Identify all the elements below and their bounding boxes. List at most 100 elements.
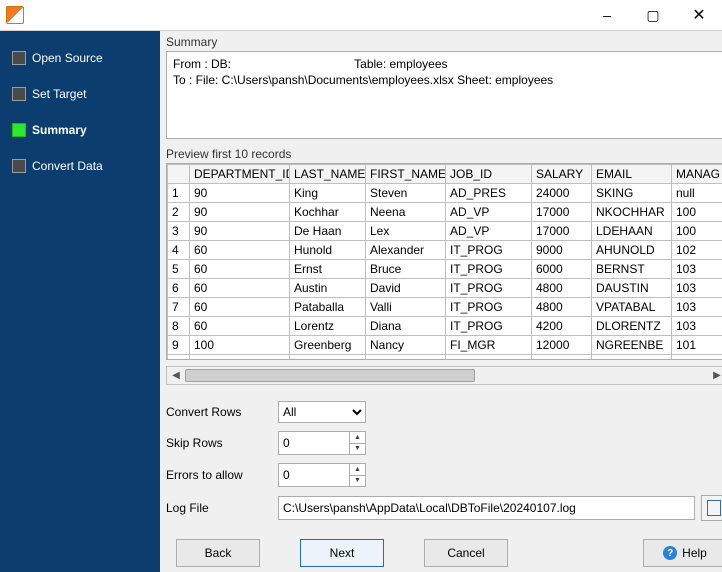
rownum-cell: 3 [168,222,190,241]
cell: 100 [190,336,290,355]
cell: NKOCHHAR [592,203,672,222]
sidebar-item-label: Open Source [32,51,103,65]
cell: 9000 [532,355,592,361]
row-log-file: Log File [166,495,722,521]
table-row[interactable]: 760PataballaValliIT_PROG4800VPATABAL103 [168,298,722,317]
cell: VPATABAL [592,298,672,317]
table-row[interactable]: 460HunoldAlexanderIT_PROG9000AHUNOLD102 [168,241,722,260]
cell: 60 [190,317,290,336]
back-button[interactable]: Back [176,539,260,567]
col-header[interactable]: FIRST_NAME [366,165,446,184]
errors-input[interactable] [279,464,349,486]
cell: 4200 [532,317,592,336]
close-button[interactable]: ✕ [676,0,722,30]
cell: Diana [366,317,446,336]
sidebar-item-open-source[interactable]: Open Source [0,45,160,71]
col-header[interactable]: JOB_ID [446,165,532,184]
skip-rows-spinner[interactable]: ▲ ▼ [278,431,366,455]
cell: 103 [672,260,722,279]
row-skip-rows: Skip Rows ▲ ▼ [166,431,722,455]
errors-label: Errors to allow [166,468,278,482]
sidebar-item-convert-data[interactable]: Convert Data [0,153,160,179]
cell: 102 [672,241,722,260]
table-row[interactable]: 660AustinDavidIT_PROG4800DAUSTIN103 [168,279,722,298]
log-file-input[interactable] [278,496,695,520]
table-row[interactable]: 290KochharNeenaAD_VP17000NKOCHHAR100 [168,203,722,222]
cell: Ernst [290,260,366,279]
scroll-left-icon[interactable]: ◀ [167,367,185,384]
cell: Bruce [366,260,446,279]
log-file-browse-button[interactable] [701,495,722,521]
log-file-label: Log File [166,501,278,515]
rownum-cell: 7 [168,298,190,317]
col-header[interactable]: MANAG [672,165,722,184]
rownum-cell: 5 [168,260,190,279]
table-row[interactable]: 860LorentzDianaIT_PROG4200DLORENTZ103 [168,317,722,336]
row-errors: Errors to allow ▲ ▼ [166,463,722,487]
summary-from: From : DB: Table: employees [173,57,448,71]
cell: DFAVIET [592,355,672,361]
cell: Faviet [290,355,366,361]
preview-table: DEPARTMENT_ID LAST_NAME FIRST_NAME JOB_I… [167,164,722,360]
table-row[interactable]: 10100FavietDanielFI_ACCOUNT9000DFAVIET10… [168,355,722,361]
rownum-cell: 6 [168,279,190,298]
next-button[interactable]: Next [300,539,384,567]
errors-spinner[interactable]: ▲ ▼ [278,463,366,487]
cell: 60 [190,260,290,279]
spin-down-icon[interactable]: ▼ [350,444,365,455]
scroll-track[interactable] [185,367,708,384]
cell: Steven [366,184,446,203]
document-icon [707,500,721,516]
cell: IT_PROG [446,298,532,317]
maximize-button[interactable]: ▢ [630,0,676,30]
cell: 108 [672,355,722,361]
skip-rows-input[interactable] [279,432,349,454]
cell: 24000 [532,184,592,203]
table-row[interactable]: 390De HaanLexAD_VP17000LDEHAAN100 [168,222,722,241]
cell: IT_PROG [446,317,532,336]
spin-up-icon[interactable]: ▲ [350,464,365,476]
cell: 100 [672,203,722,222]
skip-rows-label: Skip Rows [166,436,278,450]
summary-to: To : File: C:\Users\pansh\Documents\empl… [173,73,553,87]
cell: DAUSTIN [592,279,672,298]
cancel-button[interactable]: Cancel [424,539,508,567]
spin-down-icon[interactable]: ▼ [350,476,365,487]
cell: BERNST [592,260,672,279]
summary-heading: Summary [166,35,722,49]
cell: Nancy [366,336,446,355]
spin-up-icon[interactable]: ▲ [350,432,365,444]
table-header-row: DEPARTMENT_ID LAST_NAME FIRST_NAME JOB_I… [168,165,722,184]
cell: King [290,184,366,203]
minimize-button[interactable]: – [584,0,630,30]
table-row[interactable]: 9100GreenbergNancyFI_MGR12000NGREENBE101 [168,336,722,355]
square-active-icon [12,123,26,137]
sidebar: Open Source Set Target Summary Convert D… [0,31,160,572]
help-button[interactable]: ? Help [643,539,722,567]
button-row: Back Next Cancel ? Help [166,539,722,567]
table-row[interactable]: 560ErnstBruceIT_PROG6000BERNST103 [168,260,722,279]
rownum-cell: 10 [168,355,190,361]
cell: Valli [366,298,446,317]
cell: 90 [190,203,290,222]
cell: 101 [672,336,722,355]
col-header[interactable]: LAST_NAME [290,165,366,184]
col-header[interactable]: DEPARTMENT_ID [190,165,290,184]
cell: AHUNOLD [592,241,672,260]
cell: 100 [190,355,290,361]
square-icon [12,159,26,173]
rownum-cell: 4 [168,241,190,260]
cell: Lorentz [290,317,366,336]
sidebar-item-summary[interactable]: Summary [0,117,160,143]
scroll-thumb[interactable] [185,369,475,382]
sidebar-item-set-target[interactable]: Set Target [0,81,160,107]
convert-rows-dropdown[interactable]: All [278,401,366,423]
cell: Neena [366,203,446,222]
scroll-right-icon[interactable]: ▶ [708,367,722,384]
table-row[interactable]: 190KingStevenAD_PRES24000SKINGnull [168,184,722,203]
cell: 60 [190,279,290,298]
col-header[interactable]: EMAIL [592,165,672,184]
col-header[interactable]: SALARY [532,165,592,184]
horizontal-scrollbar[interactable]: ◀ ▶ [166,366,722,385]
cell: 103 [672,279,722,298]
